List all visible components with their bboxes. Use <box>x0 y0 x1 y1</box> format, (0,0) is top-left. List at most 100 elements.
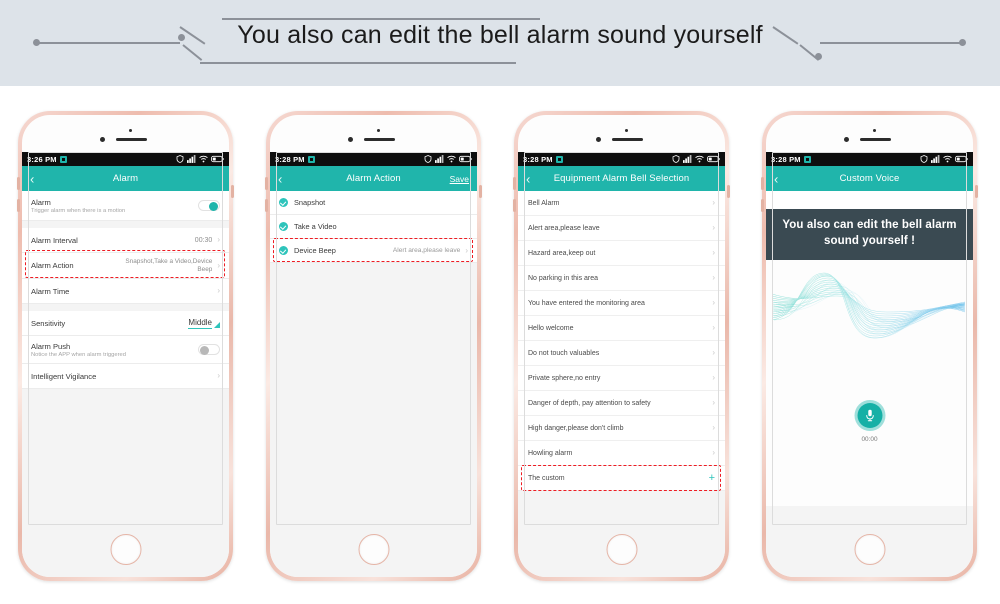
record-timer: 00:00 <box>861 436 878 444</box>
row-label: Alarm <box>31 197 51 207</box>
list-item[interactable]: Bell Alarm › <box>518 191 725 216</box>
list-item[interactable]: No parking in this area › <box>518 266 725 291</box>
status-time: 3:28 PM <box>771 154 801 164</box>
row-sensitivity[interactable]: Sensitivity Middle <box>22 311 229 336</box>
speaker-grill <box>612 138 643 141</box>
row-label: Alarm Time <box>31 286 70 296</box>
banner-rule-bottom <box>200 62 516 64</box>
row-label: Device Beep <box>294 246 336 255</box>
option-label: Do not touch valuables <box>528 349 600 357</box>
phone-bottom-hardware <box>270 525 477 577</box>
shield-icon <box>920 155 928 163</box>
list-item[interactable]: Hello welcome › <box>518 316 725 341</box>
row-label: Alarm Push <box>31 341 71 351</box>
screen-body-4: You also can edit the bell alarm sound y… <box>766 191 973 577</box>
phone-2-alarm-action: 3:28 PM ‹ Alarm Action Save Snapshot Tak… <box>265 111 482 581</box>
check-row-take-a-video[interactable]: Take a Video <box>270 215 477 239</box>
list-item[interactable]: Alert area,please leave › <box>518 216 725 241</box>
option-label: The custom <box>528 474 565 482</box>
dropdown-triangle-icon[interactable] <box>214 321 220 328</box>
row-alarm-push[interactable]: Alarm Push Notice the APP when alarm tri… <box>22 336 229 364</box>
row-alarm-interval[interactable]: Alarm Interval 00:30 › <box>22 228 229 253</box>
row-value: Alert area,please leave <box>392 247 461 254</box>
sensor-icon <box>873 129 876 132</box>
check-row-device-beep[interactable]: Device Beep Alert area,please leave › <box>270 239 477 263</box>
promo-banner: You also can edit the bell alarm sound y… <box>766 209 973 261</box>
save-button[interactable]: Save <box>450 174 469 184</box>
chevron-right-icon: › <box>712 448 715 457</box>
option-label: Hazard area,keep out <box>528 249 596 257</box>
microphone-icon <box>865 409 874 422</box>
record-area: 00:00 <box>766 356 973 507</box>
back-icon[interactable]: ‹ <box>30 172 34 185</box>
speaker-grill <box>860 138 891 141</box>
back-icon[interactable]: ‹ <box>774 172 778 185</box>
list-item[interactable]: You have entered the monitoring area › <box>518 291 725 316</box>
home-button[interactable] <box>358 534 389 565</box>
chevron-right-icon: › <box>465 245 468 255</box>
chevron-right-icon: › <box>712 348 715 357</box>
camera-icon <box>348 137 353 142</box>
app-icon <box>59 155 67 163</box>
alarm-toggle[interactable] <box>198 200 220 211</box>
option-label: Hello welcome <box>528 324 574 332</box>
signal-icon <box>187 155 196 163</box>
list-item[interactable]: High danger,please don't climb › <box>518 416 725 441</box>
list-item[interactable]: Danger of depth, pay attention to safety… <box>518 391 725 416</box>
list-item[interactable]: Do not touch valuables › <box>518 341 725 366</box>
list-item[interactable]: Private sphere,no entry › <box>518 366 725 391</box>
row-label: Snapshot <box>294 198 326 207</box>
phone-side-nub <box>17 177 20 190</box>
back-icon[interactable]: ‹ <box>526 172 530 185</box>
row-alarm-action[interactable]: Alarm Action Snapshot,Take a Video,Devic… <box>22 253 229 279</box>
status-bar: 3:28 PM <box>270 152 477 166</box>
signal-icon <box>683 155 692 163</box>
app-header-4: ‹ Custom Voice <box>766 166 973 191</box>
chevron-right-icon: › <box>712 273 715 282</box>
home-button[interactable] <box>854 534 885 565</box>
option-label: High danger,please don't climb <box>528 424 624 432</box>
phone-bottom-hardware <box>22 525 229 577</box>
list-item[interactable]: Hazard area,keep out › <box>518 241 725 266</box>
wifi-icon <box>695 155 704 163</box>
banner-dot-left-inner <box>178 34 185 41</box>
home-button[interactable] <box>110 534 141 565</box>
phone-top-hardware <box>22 115 229 152</box>
alarm-push-toggle[interactable] <box>198 344 220 355</box>
row-intelligent-vigilance[interactable]: Intelligent Vigilance › <box>22 364 229 389</box>
app-header-1: ‹ Alarm <box>22 166 229 191</box>
list-item[interactable]: Howling alarm › <box>518 441 725 466</box>
phone-3-bell-selection: 3:28 PM ‹ Equipment Alarm Bell Selection… <box>513 111 730 581</box>
option-label: Bell Alarm <box>528 199 560 207</box>
checkmark-icon[interactable] <box>279 222 288 231</box>
check-row-snapshot[interactable]: Snapshot <box>270 191 477 215</box>
option-label: Danger of depth, pay attention to safety <box>528 399 651 407</box>
option-label: No parking in this area <box>528 274 599 282</box>
row-label: Alarm Interval <box>31 235 78 245</box>
app-icon <box>555 155 563 163</box>
banner-line-right-outer <box>820 42 962 44</box>
list-item-the-custom[interactable]: The custom + <box>518 466 725 491</box>
status-bar: 3:28 PM <box>766 152 973 166</box>
shield-icon <box>424 155 432 163</box>
back-icon[interactable]: ‹ <box>278 172 282 185</box>
checkmark-icon[interactable] <box>279 198 288 207</box>
row-alarm[interactable]: Alarm Trigger alarm when there is a moti… <box>22 191 229 221</box>
plus-icon[interactable]: + <box>709 472 715 484</box>
record-button[interactable] <box>854 400 885 432</box>
row-alarm-time[interactable]: Alarm Time › <box>22 279 229 304</box>
phone-side-nub <box>231 185 234 198</box>
home-button[interactable] <box>606 534 637 565</box>
wifi-icon <box>447 155 456 163</box>
option-label: Howling alarm <box>528 449 573 457</box>
chevron-right-icon: › <box>712 198 715 207</box>
speaker-grill <box>116 138 147 141</box>
audio-waveform <box>766 260 973 357</box>
phone-4-custom-voice: 3:28 PM ‹ Custom Voice You also can edit… <box>761 111 978 581</box>
checkmark-icon[interactable] <box>279 246 288 255</box>
header-title: Equipment Alarm Bell Selection <box>553 173 690 184</box>
divider <box>22 304 229 311</box>
app-icon <box>803 155 811 163</box>
phone-side-nub <box>513 199 516 212</box>
chevron-right-icon: › <box>712 373 715 382</box>
